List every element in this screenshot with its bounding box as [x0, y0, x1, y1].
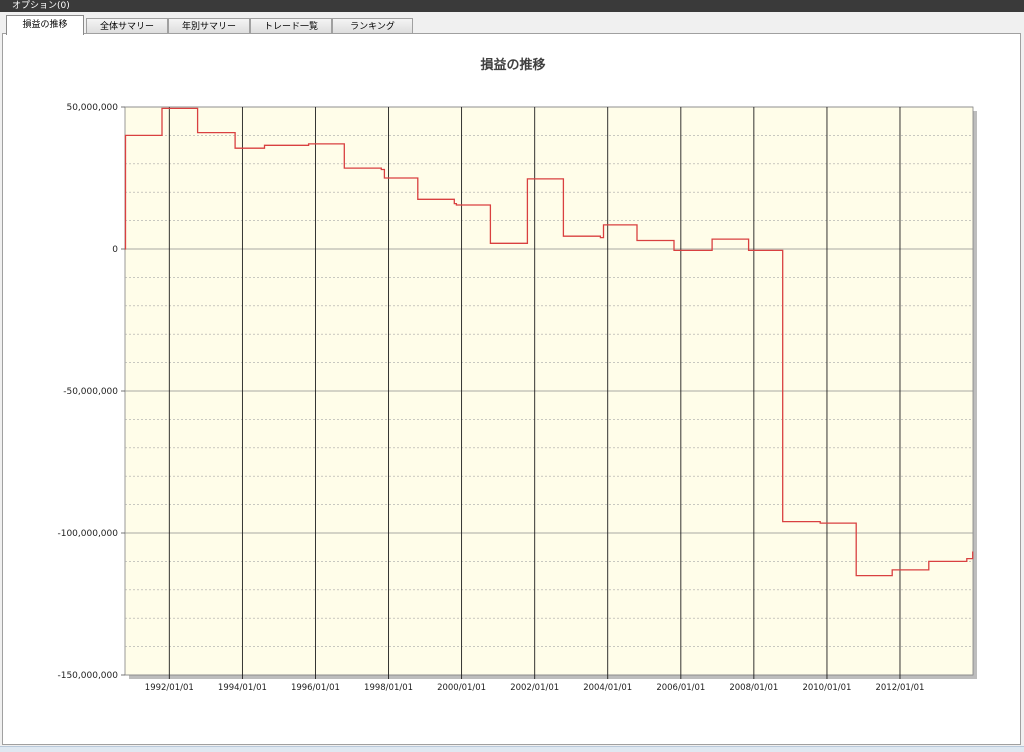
status-strip — [0, 746, 1024, 752]
tab-profit-transition[interactable]: 損益の推移 — [6, 15, 84, 35]
profit-chart: 損益の推移 50,000,000 0 -50,000,000 -100,000,000… — [57, 57, 977, 693]
tab-strip: 損益の推移 全体サマリー 年別サマリー トレード一覧 ランキング — [0, 15, 1024, 35]
x-tick-label: 2008/01/01 — [729, 683, 778, 693]
y-tick-label: -50,000,000 — [63, 387, 118, 397]
y-tick-label: -100,000,000 — [57, 529, 118, 539]
x-tick-label: 2012/01/01 — [875, 683, 924, 693]
tab-trade-list[interactable]: トレード一覧 — [250, 18, 332, 34]
x-axis: 1992/01/01 1994/01/01 1996/01/01 1998/01/01… — [145, 683, 925, 693]
options-menu[interactable]: オプション(0) — [0, 1, 70, 11]
x-tick-label: 2002/01/01 — [510, 683, 559, 693]
x-tick-label: 2000/01/01 — [437, 683, 486, 693]
y-tick-label: -150,000,000 — [57, 671, 118, 681]
x-tick-label: 2010/01/01 — [802, 683, 851, 693]
x-tick-label: 2006/01/01 — [656, 683, 705, 693]
x-tick-label: 2004/01/01 — [583, 683, 632, 693]
x-tick-label: 1994/01/01 — [218, 683, 267, 693]
tab-yearly-summary[interactable]: 年別サマリー — [168, 18, 250, 34]
chart-panel: 損益の推移 50,000,000 0 -50,000,000 -100,000,000… — [2, 33, 1021, 745]
y-tick-label: 50,000,000 — [66, 103, 118, 113]
chart-title: 損益の推移 — [480, 57, 545, 73]
y-tick-label: 0 — [112, 245, 118, 255]
x-tick-label: 1998/01/01 — [364, 683, 413, 693]
tab-ranking[interactable]: ランキング — [332, 18, 413, 34]
x-tick-label: 1992/01/01 — [145, 683, 194, 693]
menu-bar: オプション(0) — [0, 0, 1024, 12]
tab-overall-summary[interactable]: 全体サマリー — [86, 18, 168, 34]
y-axis: 50,000,000 0 -50,000,000 -100,000,000 -150,0… — [57, 103, 125, 681]
x-tick-label: 1996/01/01 — [291, 683, 340, 693]
